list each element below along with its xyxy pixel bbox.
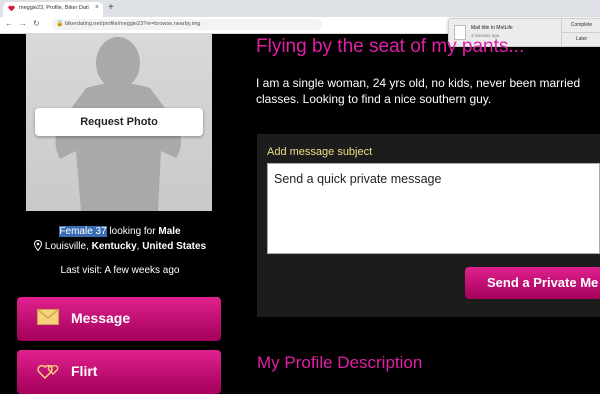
send-private-message-button[interactable]: Send a Private Me xyxy=(465,267,600,299)
browser-tab[interactable]: meggie23, Profile, Biker Dating × xyxy=(3,2,103,17)
message-button-label: Message xyxy=(71,310,131,326)
bio-line-2: classes. Looking to find a nice southern… xyxy=(256,92,492,106)
map-pin-icon xyxy=(33,240,42,251)
heart-favicon-icon xyxy=(8,5,15,12)
profile-bio: I am a single woman, 24 yrs old, no kids… xyxy=(256,75,600,111)
location-state: Kentucky xyxy=(91,241,137,252)
flirt-button[interactable]: Flirt xyxy=(17,350,221,394)
lock-icon: 🔒 xyxy=(56,21,64,27)
notification-title: Mail title to MetLife xyxy=(471,25,513,31)
forward-icon[interactable]: → xyxy=(19,19,27,28)
last-visit: Last visit: A few weeks ago xyxy=(60,265,180,276)
location: Louisville, Kentucky, United States xyxy=(0,240,240,252)
notification-later-button[interactable]: Later xyxy=(562,33,600,46)
notification-complete-button[interactable]: Complete xyxy=(562,19,600,33)
message-placeholder: Send a quick private message xyxy=(274,172,442,186)
url-field[interactable]: 🔒 bikerdating.net/profile/meggie23?re=br… xyxy=(52,19,322,30)
gender-age: Female 37 xyxy=(59,226,107,237)
profile-summary: Female 37 looking for Male xyxy=(0,226,240,237)
request-photo-button[interactable]: Request Photo xyxy=(35,108,203,136)
url-text: bikerdating.net/profile/meggie23?re=brow… xyxy=(65,21,201,27)
looking-for-label: looking for xyxy=(109,226,156,237)
new-tab-button[interactable]: + xyxy=(108,3,114,13)
envelope-icon xyxy=(37,309,59,325)
flirt-button-label: Flirt xyxy=(71,363,98,379)
tab-title: meggie23, Profile, Biker Dating xyxy=(19,5,89,11)
add-subject-link[interactable]: Add message subject xyxy=(267,146,372,158)
looking-for-value: Male xyxy=(158,226,181,237)
profile-headline: Flying by the seat of my pants... xyxy=(256,36,525,57)
tab-close-icon[interactable]: × xyxy=(95,4,99,11)
message-input[interactable]: Send a quick private message xyxy=(267,163,600,254)
location-country: United States xyxy=(142,241,207,252)
location-city: Louisville xyxy=(44,241,87,252)
message-button[interactable]: Message xyxy=(17,297,221,341)
back-icon[interactable]: ← xyxy=(5,19,13,28)
bio-line-1: I am a single woman, 24 yrs old, no kids… xyxy=(256,76,581,90)
browser-tab-bar: meggie23, Profile, Biker Dating × + xyxy=(0,0,600,17)
profile-description-title: My Profile Description xyxy=(257,353,423,372)
hearts-icon xyxy=(37,364,59,380)
reload-icon[interactable]: ↻ xyxy=(33,19,40,28)
